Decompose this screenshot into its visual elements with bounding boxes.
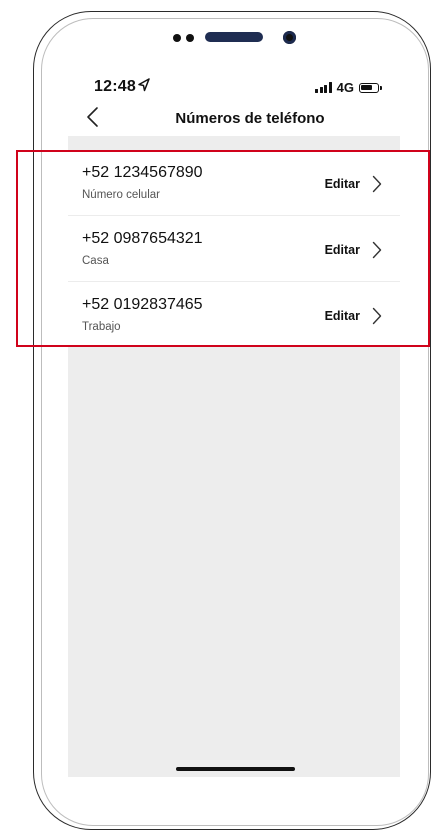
phone-number: +52 0192837465 [82,296,203,313]
status-time: 12:48 [94,78,136,95]
phone-number-list: +52 1234567890 Número celular Editar +52… [68,150,400,347]
phone-row-mobile[interactable]: +52 1234567890 Número celular Editar [68,150,400,216]
chevron-right-icon[interactable] [372,241,382,259]
sensor-dot [186,34,194,42]
front-camera [283,31,296,44]
chevron-left-icon[interactable] [85,106,101,128]
phone-number: +52 1234567890 [82,164,203,181]
home-indicator[interactable] [176,767,295,771]
phone-type-label: Trabajo [82,321,121,333]
phone-row-home[interactable]: +52 0987654321 Casa Editar [68,216,400,282]
phone-type-label: Número celular [82,189,160,201]
cellular-signal-icon [315,82,332,93]
phone-row-work[interactable]: +52 0192837465 Trabajo Editar [68,282,400,347]
phone-number: +52 0987654321 [82,230,203,247]
speaker-grille [205,32,263,42]
network-type: 4G [336,80,354,95]
edit-button[interactable]: Editar [325,243,360,257]
chevron-right-icon[interactable] [372,175,382,193]
sensor-dot [173,34,181,42]
location-arrow-icon [138,78,150,92]
status-indicators: 4G [315,80,382,95]
edit-button[interactable]: Editar [325,177,360,191]
chevron-right-icon[interactable] [372,307,382,325]
phone-type-label: Casa [82,255,109,267]
page-title: Números de teléfono [175,110,325,127]
edit-button[interactable]: Editar [325,309,360,323]
battery-icon [359,82,382,93]
